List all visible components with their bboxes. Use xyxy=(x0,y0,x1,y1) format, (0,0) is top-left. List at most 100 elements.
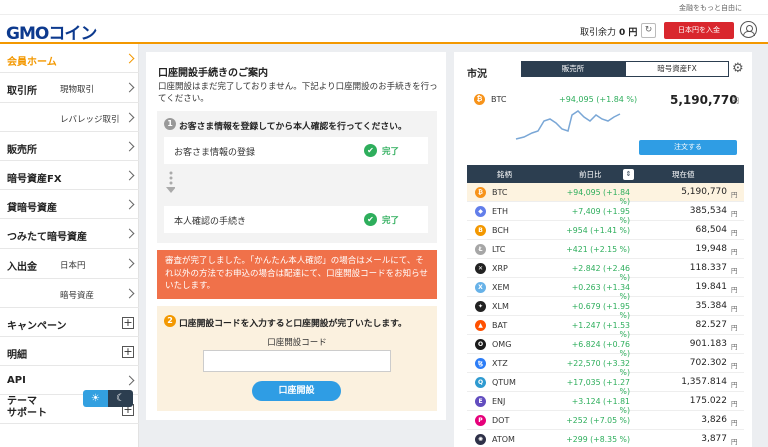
sun-icon[interactable]: ☀ xyxy=(83,390,108,407)
market-row[interactable]: E ENJ +3.124 (+1.81 %) 175.022 円 xyxy=(467,392,744,415)
price-sparkline xyxy=(515,110,621,140)
step-row-identity: 本人確認の手続き ✔ 完了 xyxy=(164,206,428,233)
order-button[interactable]: 注文する xyxy=(639,140,737,155)
row-unit: 円 xyxy=(731,343,738,351)
step2-section: 2 口座開設コードを入力すると口座開設が完了いたします。 口座開設コード 口座開… xyxy=(157,306,437,411)
sidebar-subitem-label[interactable]: 現物取引 xyxy=(60,83,94,95)
user-icon[interactable] xyxy=(740,21,757,38)
row-price: 3,877 xyxy=(701,434,727,444)
sidebar-subitem-label[interactable]: レバレッジ取引 xyxy=(60,113,120,125)
header: GMOコイン 取引余力 0 円 ↻ 日本円を入金 xyxy=(0,15,768,44)
sidebar-item-label: 販売所 xyxy=(7,144,37,156)
chevron-right-icon xyxy=(124,82,135,93)
row-symbol: DOT xyxy=(492,416,510,425)
market-table-header: 銘柄 前日比 ⇕ 現在値 xyxy=(467,165,744,183)
xem-icon: X xyxy=(475,282,486,293)
gear-icon[interactable]: ⚙ xyxy=(732,62,744,76)
row-symbol: BCH xyxy=(492,226,509,235)
expand-plus-icon[interactable]: + xyxy=(122,316,134,329)
row-price: 385,534 xyxy=(689,206,727,216)
market-row[interactable]: ✦ XLM +0.679 (+1.95 %) 35.384 円 xyxy=(467,297,744,320)
tab-sales[interactable]: 販売所 xyxy=(521,61,625,77)
featured-symbol: BTC xyxy=(491,95,507,104)
chevron-right-icon xyxy=(124,288,135,298)
market-row[interactable]: Ł LTC +421 (+2.15 %) 19,948 円 xyxy=(467,240,744,259)
market-row[interactable]: ✕ XRP +2.842 (+2.46 %) 118.337 円 xyxy=(467,259,744,282)
chevron-right-icon xyxy=(124,199,135,209)
market-row[interactable]: X XEM +0.263 (+1.34 %) 19.841 円 xyxy=(467,278,744,301)
row-price: 702.302 xyxy=(689,358,727,368)
row-change: +421 (+2.15 %) xyxy=(566,245,630,254)
sidebar-item-3[interactable]: 販売所 xyxy=(0,132,139,161)
row-change: +299 (+8.35 %) xyxy=(566,435,630,444)
omg-icon: O xyxy=(475,339,486,350)
sidebar-item-5[interactable]: 貸暗号資産 xyxy=(0,190,139,219)
sidebar: 会員ホーム 取引所 現物取引レバレッジ取引販売所暗号資産FX 貸暗号資産つみたて暗号資… xyxy=(0,44,139,447)
step1-title: お客さま情報を登録してから本人確認を行ってください。 xyxy=(179,122,407,132)
sidebar-item-1[interactable]: 取引所 現物取引 xyxy=(0,73,139,103)
open-account-button[interactable]: 口座開設 xyxy=(252,381,341,401)
step1-number: 1 xyxy=(164,118,176,130)
row-price: 19,948 xyxy=(695,244,728,254)
sort-icon[interactable]: ⇕ xyxy=(623,169,634,180)
row-symbol: BTC xyxy=(492,188,508,197)
sidebar-item-10[interactable]: 明細 + xyxy=(0,337,139,366)
row-symbol: ENJ xyxy=(492,397,506,406)
sidebar-subitem-label[interactable]: 日本円 xyxy=(60,259,86,271)
account-code-input[interactable] xyxy=(203,350,391,372)
theme-toggle[interactable]: ☀ ☾ xyxy=(83,390,133,407)
row-price: 35.384 xyxy=(695,301,728,311)
sidebar-item-7[interactable]: 入出金 日本円 xyxy=(0,249,139,279)
sidebar-item-label: キャンペーン xyxy=(7,320,67,332)
gmo-coin-logo[interactable]: GMOコイン xyxy=(6,19,97,44)
row-symbol: OMG xyxy=(492,340,512,349)
row-symbol: LTC xyxy=(492,245,506,254)
refresh-icon: ↻ xyxy=(644,25,653,35)
market-row[interactable]: P DOT +252 (+7.05 %) 3,826 円 xyxy=(467,411,744,430)
chevron-right-icon xyxy=(124,170,135,180)
market-row[interactable]: ▲ BAT +1.247 (+1.53 %) 82.527 円 xyxy=(467,316,744,339)
row-symbol: XLM xyxy=(492,302,509,311)
balance-value: 0 円 xyxy=(619,28,638,38)
row-price: 118.337 xyxy=(689,263,727,273)
market-row[interactable]: B BCH +954 (+1.41 %) 68,504 円 xyxy=(467,221,744,240)
theme-label: テーマ xyxy=(7,396,37,407)
chevron-right-icon xyxy=(124,228,135,239)
step1-section: 1 お客さま情報を登録してから本人確認を行ってください。 お客さま情報の登録 ✔… xyxy=(157,111,437,243)
sidebar-item-8[interactable]: 暗号資産 xyxy=(0,279,139,308)
ltc-icon: Ł xyxy=(475,244,486,255)
sidebar-item-label: 貸暗号資産 xyxy=(7,202,57,214)
chevron-right-icon xyxy=(124,375,135,385)
sidebar-item-9[interactable]: キャンペーン + xyxy=(0,308,139,337)
sidebar-item-4[interactable]: 暗号資産FX xyxy=(0,161,139,190)
sidebar-subitem-label[interactable]: 暗号資産 xyxy=(60,289,94,301)
row-symbol: ETH xyxy=(492,207,508,216)
expand-plus-icon[interactable]: + xyxy=(122,345,134,358)
sidebar-item-6[interactable]: つみたて暗号資産 xyxy=(0,219,139,249)
market-row[interactable]: ✺ ATOM +299 (+8.35 %) 3,877 円 xyxy=(467,430,744,447)
step-row-label: お客さま情報の登録 xyxy=(174,148,256,158)
tab-crypto-fx[interactable]: 暗号資産FX xyxy=(625,61,729,77)
deposit-yen-button[interactable]: 日本円を入金 xyxy=(664,22,734,39)
row-change: +954 (+1.41 %) xyxy=(566,226,630,235)
row-unit: 円 xyxy=(731,438,738,446)
sidebar-item-0[interactable]: 会員ホーム xyxy=(0,44,139,73)
row-symbol: ATOM xyxy=(492,435,515,444)
refresh-button[interactable]: ↻ xyxy=(641,23,656,38)
market-row[interactable]: ꜩ XTZ +22,570 (+3.32 %) 702.302 円 xyxy=(467,354,744,377)
market-row[interactable]: ₿ BTC +94,095 (+1.84 %) 5,190,770 円 xyxy=(467,183,744,206)
row-unit: 円 xyxy=(731,229,738,237)
step-row-label: 本人確認の手続き xyxy=(174,217,247,227)
market-row[interactable]: Q QTUM +17,035 (+1.27 %) 1,357.814 円 xyxy=(467,373,744,396)
moon-icon[interactable]: ☾ xyxy=(108,390,133,407)
chevron-right-icon xyxy=(124,53,135,63)
featured-unit: 円 xyxy=(732,97,739,105)
sidebar-item-2[interactable]: レバレッジ取引 xyxy=(0,103,139,132)
market-row[interactable]: ◆ ETH +7,409 (+1.95 %) 385,534 円 xyxy=(467,202,744,225)
step-status: 完了 xyxy=(382,147,400,157)
col-price: 現在値 xyxy=(672,170,695,179)
row-price: 82.527 xyxy=(695,320,728,330)
row-price: 68,504 xyxy=(695,225,728,235)
row-unit: 円 xyxy=(731,362,738,370)
market-row[interactable]: O OMG +6.824 (+0.76 %) 901.183 円 xyxy=(467,335,744,358)
